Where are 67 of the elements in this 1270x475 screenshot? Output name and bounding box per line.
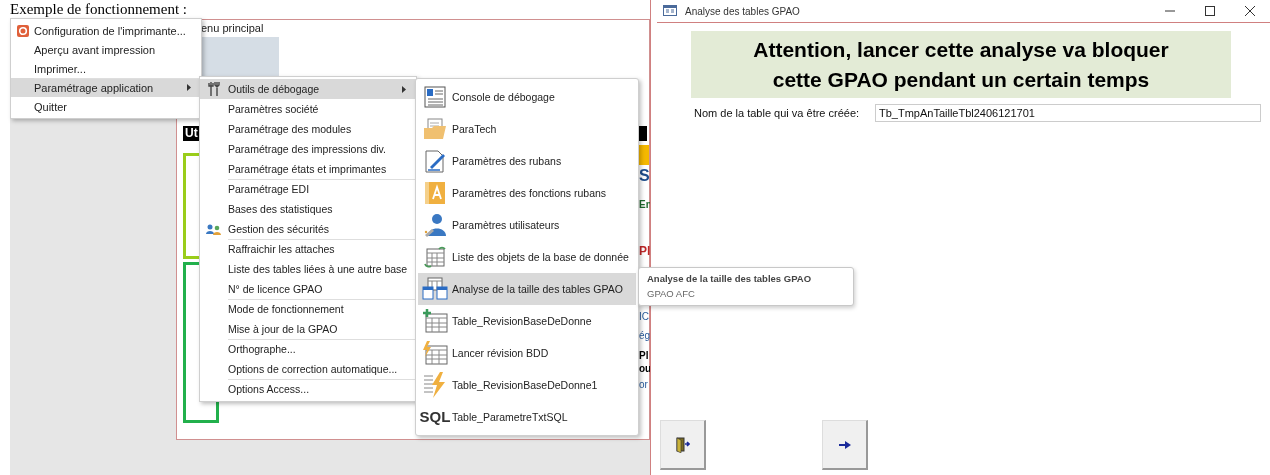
- menu-item[interactable]: Options de correction automatique...: [200, 359, 416, 379]
- submenu-arrow-icon: [187, 84, 191, 91]
- menu-item[interactable]: Configuration de l'imprimante...: [11, 21, 201, 40]
- tables-icon: [422, 277, 448, 301]
- menu-item[interactable]: Paramètres des rubans: [418, 145, 636, 177]
- text-fragment: Pl: [639, 350, 649, 362]
- submenu-arrow-icon: [402, 85, 406, 93]
- text-fragment: Pl: [639, 245, 651, 257]
- window-title: Analyse des tables GPAO: [685, 5, 801, 17]
- right-arrow-icon: [838, 439, 851, 450]
- pencil-document-icon: [424, 149, 446, 173]
- menu-item[interactable]: Analyse de la taille des tables GPAO: [418, 273, 636, 305]
- menu-item[interactable]: Paramètres des fonctions rubans: [418, 177, 636, 209]
- exit-button[interactable]: [660, 420, 706, 470]
- sql-icon: SQL: [419, 409, 451, 425]
- menu-item[interactable]: Table_RevisionBaseDeDonne: [418, 305, 636, 337]
- tooltip-title: Analyse de la taille des tables GPAO: [647, 273, 813, 284]
- menu-item[interactable]: Gestion des sécurités: [200, 219, 416, 239]
- letter-a-icon: [424, 181, 446, 205]
- user-icon: [423, 213, 447, 237]
- text-fragment: ou: [639, 363, 652, 375]
- menu-item[interactable]: Paramètres société: [200, 99, 416, 119]
- field-label: Nom de la table qui va être créée:: [694, 107, 861, 119]
- form-icon: [663, 5, 677, 16]
- maximize-icon: [1205, 6, 1215, 16]
- menu-item[interactable]: Lancer révision BDD: [418, 337, 636, 369]
- menu-item[interactable]: Imprimer...: [11, 59, 201, 78]
- text-fragment: ég: [639, 330, 651, 342]
- menu-item[interactable]: Bases des statistiques: [200, 199, 416, 219]
- text-fragment: or: [639, 379, 648, 391]
- menu-item[interactable]: Liste des tables liées à une autre base: [200, 259, 416, 279]
- tools-icon: [208, 82, 220, 96]
- menu-item[interactable]: Paramètres utilisateurs: [418, 209, 636, 241]
- menu-item[interactable]: Paramétrage des modules: [200, 119, 416, 139]
- menu-item[interactable]: Table_RevisionBaseDeDonne1: [418, 369, 636, 401]
- warning-banner: Attention, lancer cette analyse va bloquer cette GPAO pendant un certain temps: [691, 31, 1231, 98]
- header-strip: [639, 145, 649, 165]
- tooltip-subtitle: GPAO AFC: [647, 288, 696, 299]
- close-icon: [1245, 6, 1255, 16]
- document-heading: Exemple de fonctionnement :: [10, 0, 188, 18]
- table-arrows-icon: [423, 245, 447, 269]
- table-plus-icon: [422, 309, 448, 333]
- next-button[interactable]: [822, 420, 868, 470]
- users-icon: [206, 223, 222, 235]
- folder-icon: [423, 118, 447, 140]
- text-document-icon: [424, 86, 446, 108]
- text-fragment: S: [639, 170, 650, 182]
- menu-item[interactable]: Paramétrage application: [11, 78, 201, 97]
- menu-item[interactable]: Quitter: [11, 97, 201, 116]
- lightning-icon: [423, 372, 447, 398]
- ring-icon: [16, 24, 29, 37]
- input-field[interactable]: Tb_TmpAnTailleTbl2406121701: [875, 104, 1261, 122]
- menu-item[interactable]: Liste des objets de la base de donnée: [418, 241, 636, 273]
- menu-item[interactable]: Paramétrage états et imprimantes: [200, 159, 416, 179]
- text-fragment: IC: [639, 311, 649, 323]
- menu-item[interactable]: ParaTech: [418, 113, 636, 145]
- menu-item[interactable]: Aperçu avant impression: [11, 40, 201, 59]
- menu-item[interactable]: Paramétrage des impressions div.: [200, 139, 416, 159]
- window-title: enu principal: [201, 22, 264, 34]
- table-lightning-icon: [422, 341, 448, 365]
- menu-item[interactable]: SQLTable_ParametreTxtSQL: [418, 401, 636, 433]
- menu-item[interactable]: Mise à jour de la GPAO: [200, 319, 416, 339]
- menu-item[interactable]: Console de débogage: [418, 81, 636, 113]
- menu-item[interactable]: Outils de débogage: [200, 79, 416, 99]
- bar-text: Ut: [185, 126, 198, 141]
- door-arrow-icon: [675, 436, 690, 453]
- menu-item[interactable]: N° de licence GPAO: [200, 279, 416, 299]
